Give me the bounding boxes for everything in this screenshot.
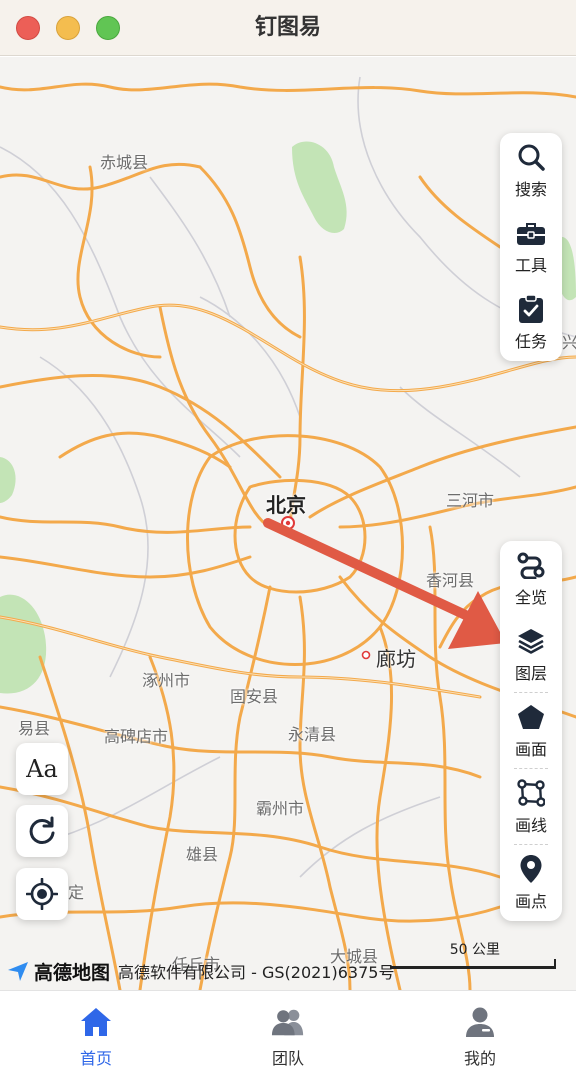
map-label-guan: 固安县 xyxy=(230,687,279,706)
nav-team-label: 团队 xyxy=(271,1048,304,1068)
attribution-text: 高德软件有限公司 - GS(2021)6375号 xyxy=(118,963,395,982)
title-bar: 钉图易 xyxy=(0,0,576,56)
map-label-yixian: 易县 xyxy=(18,719,51,738)
nav-team[interactable]: 团队 xyxy=(192,991,384,1082)
locate-button[interactable] xyxy=(16,868,68,920)
tasks-label: 任务 xyxy=(514,332,547,351)
search-button[interactable]: 搜索 xyxy=(500,133,562,209)
map-attribution: 高德地图 高德软件有限公司 - GS(2021)6375号 xyxy=(6,956,394,986)
nav-home[interactable]: 首页 xyxy=(0,991,192,1082)
draw-area-button[interactable]: 画面 xyxy=(500,693,562,769)
toolbox-icon xyxy=(516,218,546,248)
map-base-layer xyxy=(0,76,576,990)
scale-label: 50 公里 xyxy=(449,942,500,958)
layers-label: 图层 xyxy=(514,664,547,683)
layers-icon xyxy=(516,626,546,656)
nav-mine[interactable]: 我的 xyxy=(384,991,576,1082)
overview-button[interactable]: 全览 xyxy=(500,541,562,617)
user-icon xyxy=(463,1005,497,1039)
map-view[interactable]: 赤城县 北京 三河市 香河县 廊坊 涿州市 固安县 易县 高碑店市 永清县 霸州… xyxy=(0,57,576,990)
tasks-button[interactable]: 任务 xyxy=(500,285,562,361)
amap-logo-icon xyxy=(8,962,28,981)
draw-line-label: 画线 xyxy=(514,816,547,835)
map-label-langfang: 廊坊 xyxy=(376,647,416,671)
nav-home-label: 首页 xyxy=(79,1048,112,1068)
refresh-button[interactable] xyxy=(16,805,68,857)
draw-toolbar: 全览 图层 画面 画线 画点 xyxy=(500,541,562,921)
window-title: 钉图易 xyxy=(254,15,321,40)
map-label-zhuozhou: 涿州市 xyxy=(142,671,191,690)
map-label-ding: 定 xyxy=(68,883,85,902)
map-label-sanhe: 三河市 xyxy=(446,491,495,510)
refresh-icon xyxy=(29,816,55,844)
map-label-xing: 兴 xyxy=(562,333,576,352)
draw-point-label: 画点 xyxy=(514,892,547,911)
map-label-beijing: 北京 xyxy=(266,493,306,517)
tools-label: 工具 xyxy=(514,256,547,275)
map-label-xianghe: 香河县 xyxy=(426,571,475,590)
draw-point-button[interactable]: 画点 xyxy=(500,845,562,921)
map-label-xiongxian: 雄县 xyxy=(186,845,219,864)
route-icon xyxy=(516,550,546,580)
pentagon-icon xyxy=(516,702,546,732)
search-icon xyxy=(516,142,546,172)
draw-line-button[interactable]: 画线 xyxy=(500,769,562,845)
map-label-yongqing: 永清县 xyxy=(288,725,337,744)
nav-mine-label: 我的 xyxy=(463,1048,496,1068)
layers-button[interactable]: 图层 xyxy=(500,617,562,693)
team-icon xyxy=(271,1005,305,1039)
crosshair-icon xyxy=(26,878,58,910)
draw-area-label: 画面 xyxy=(514,740,547,759)
bottom-nav: 首页 团队 我的 xyxy=(0,990,576,1082)
overview-label: 全览 xyxy=(514,588,547,607)
font-size-label: Aa xyxy=(26,755,58,783)
search-label: 搜索 xyxy=(514,180,547,199)
map-label-bazhou: 霸州市 xyxy=(256,799,305,818)
polyline-icon xyxy=(516,778,546,808)
home-icon xyxy=(79,1005,113,1039)
map-label-chicheng: 赤城县 xyxy=(100,153,149,172)
top-toolbar: 搜索 工具 任务 xyxy=(500,133,562,361)
map-pin-icon xyxy=(516,854,546,884)
tools-button[interactable]: 工具 xyxy=(500,209,562,285)
clipboard-check-icon xyxy=(516,294,546,324)
map-scale: 50 公里 xyxy=(390,935,556,975)
font-size-button[interactable]: Aa xyxy=(16,743,68,795)
map-label-gaobeidian: 高碑店市 xyxy=(104,727,169,746)
amap-brand: 高德地图 xyxy=(34,961,111,984)
